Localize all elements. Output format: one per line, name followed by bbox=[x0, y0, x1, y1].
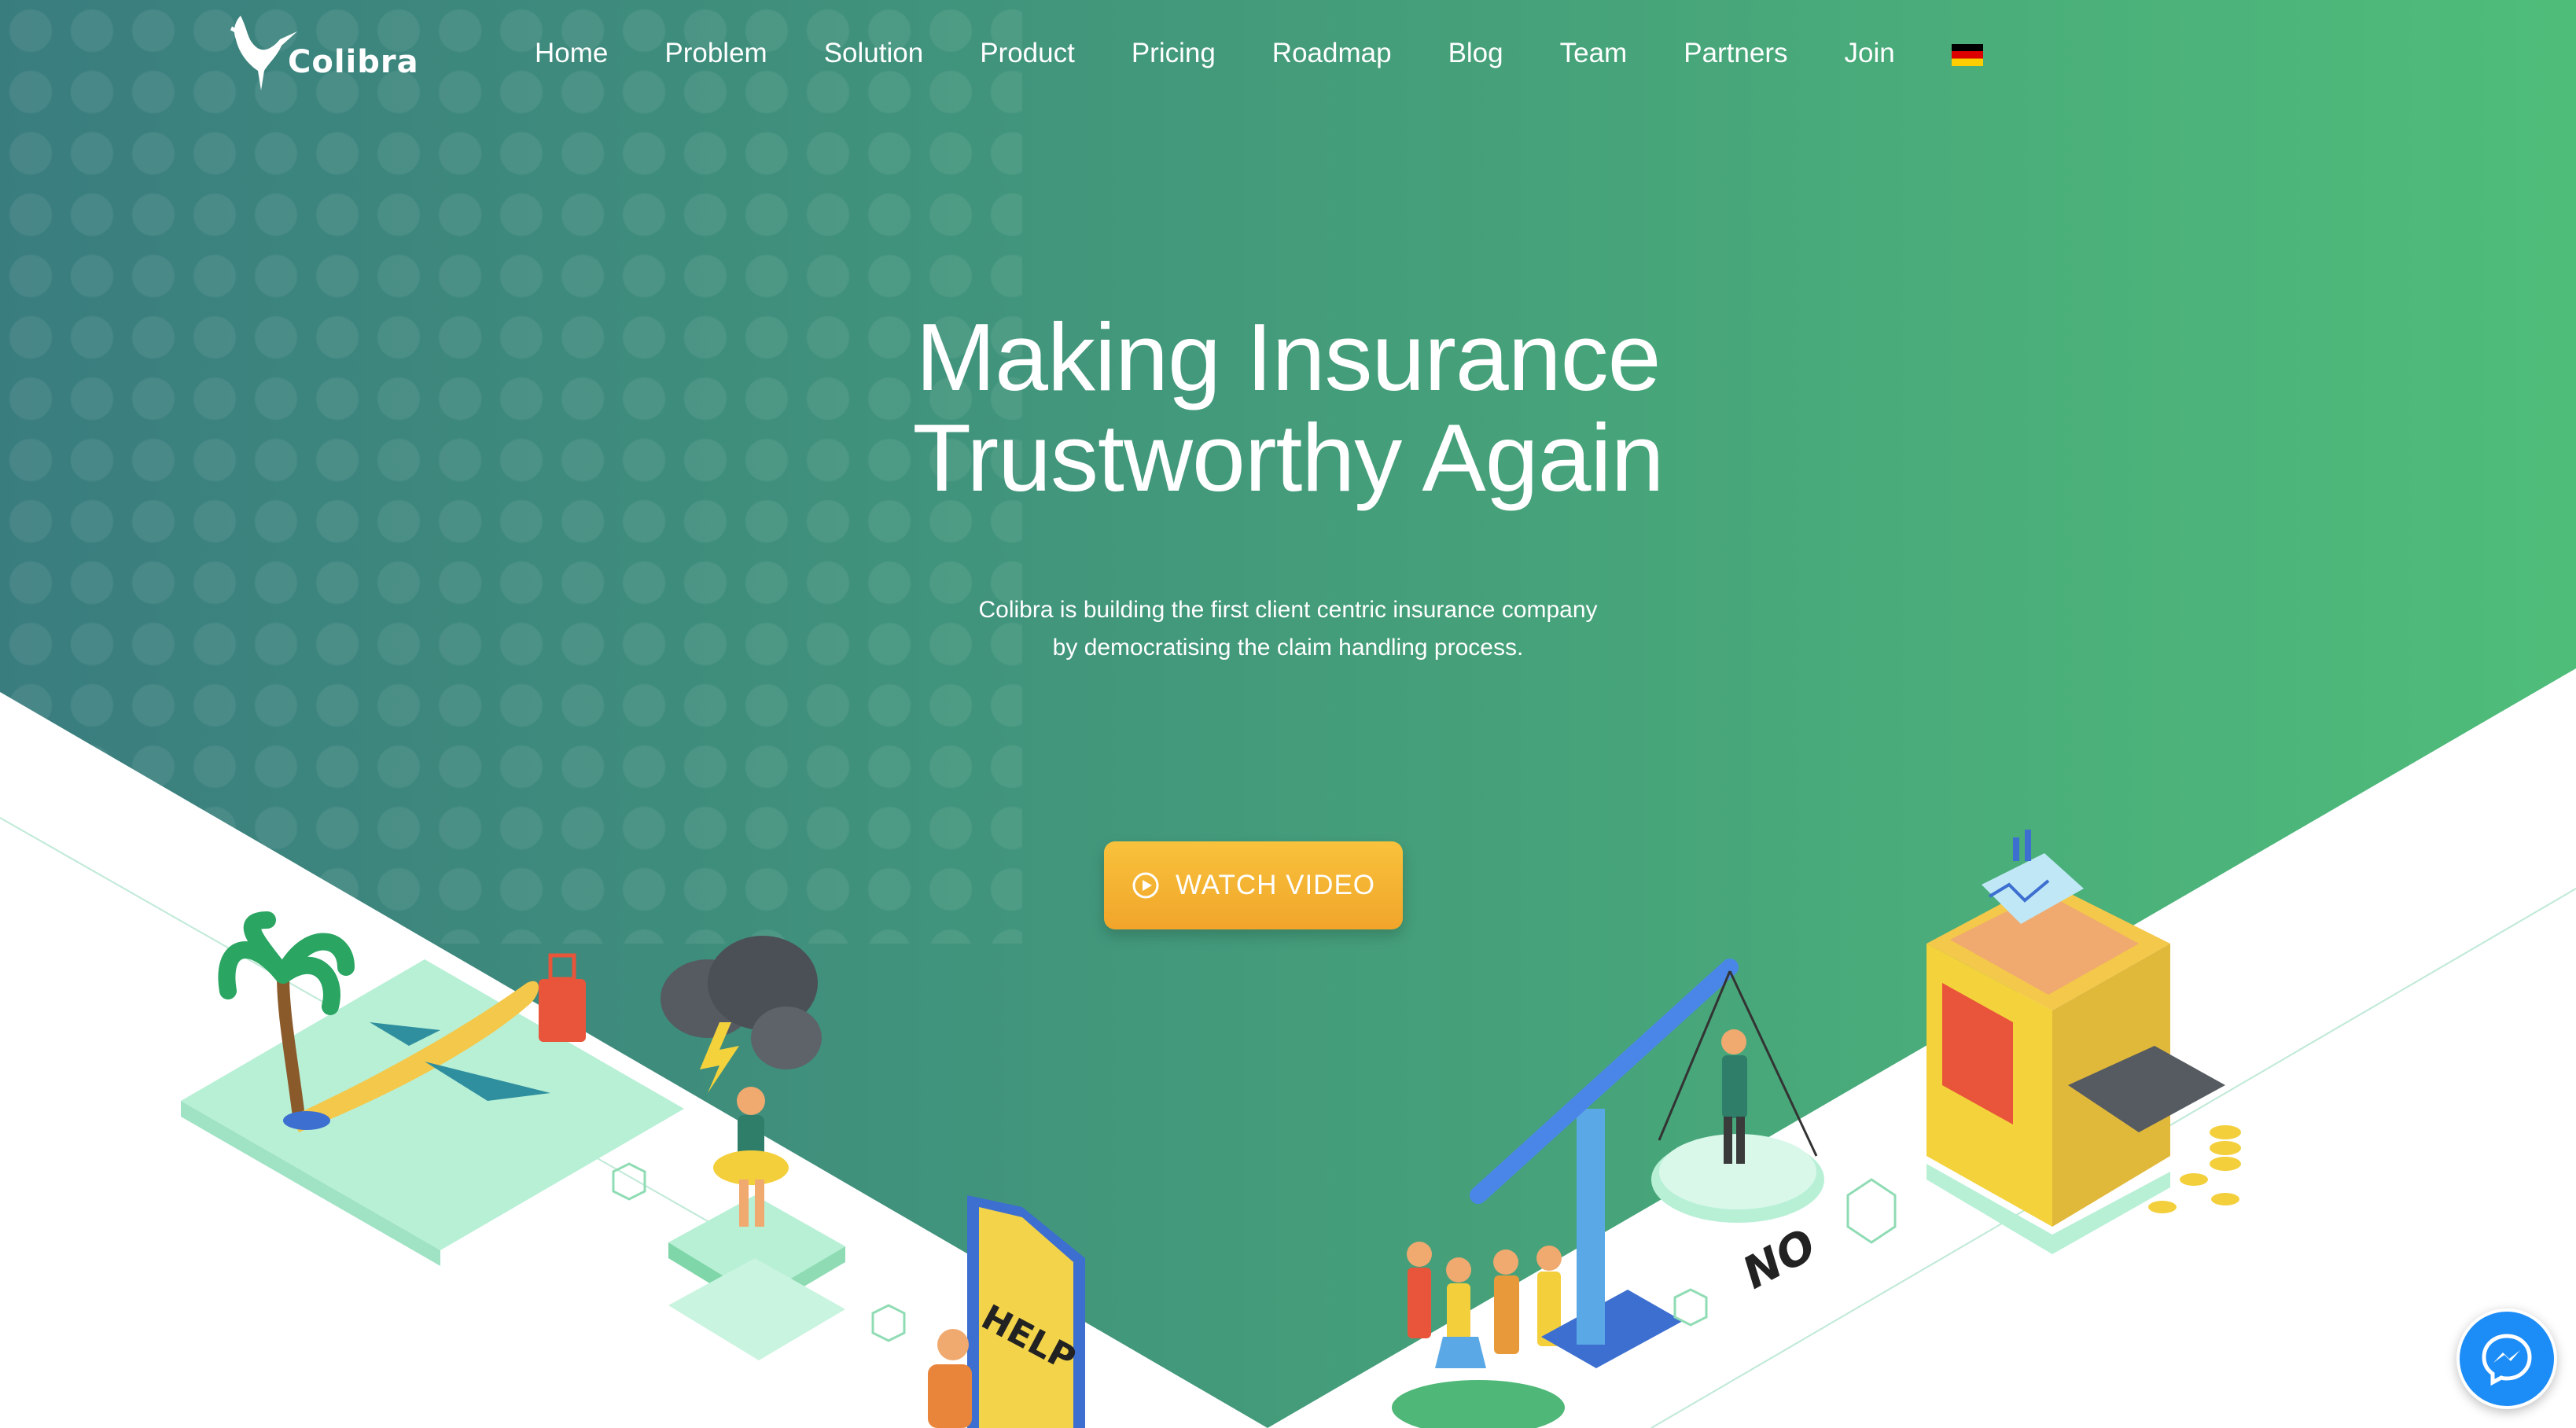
coin-machine bbox=[1926, 830, 2241, 1254]
suitcase-icon bbox=[539, 953, 586, 1042]
isometric-illustration: HELP NO bbox=[181, 830, 2241, 1428]
storm-tile bbox=[661, 936, 845, 1360]
balance-scale-icon: NO bbox=[1470, 959, 1824, 1368]
crowd-group bbox=[1392, 1242, 1565, 1428]
no-text: NO bbox=[1735, 1220, 1824, 1300]
vacation-tile bbox=[181, 911, 684, 1266]
messenger-icon bbox=[2482, 1334, 2532, 1386]
help-phone: HELP bbox=[928, 1195, 1085, 1428]
messenger-chat-button[interactable] bbox=[2456, 1308, 2557, 1409]
storm-cloud-icon bbox=[661, 936, 822, 1069]
